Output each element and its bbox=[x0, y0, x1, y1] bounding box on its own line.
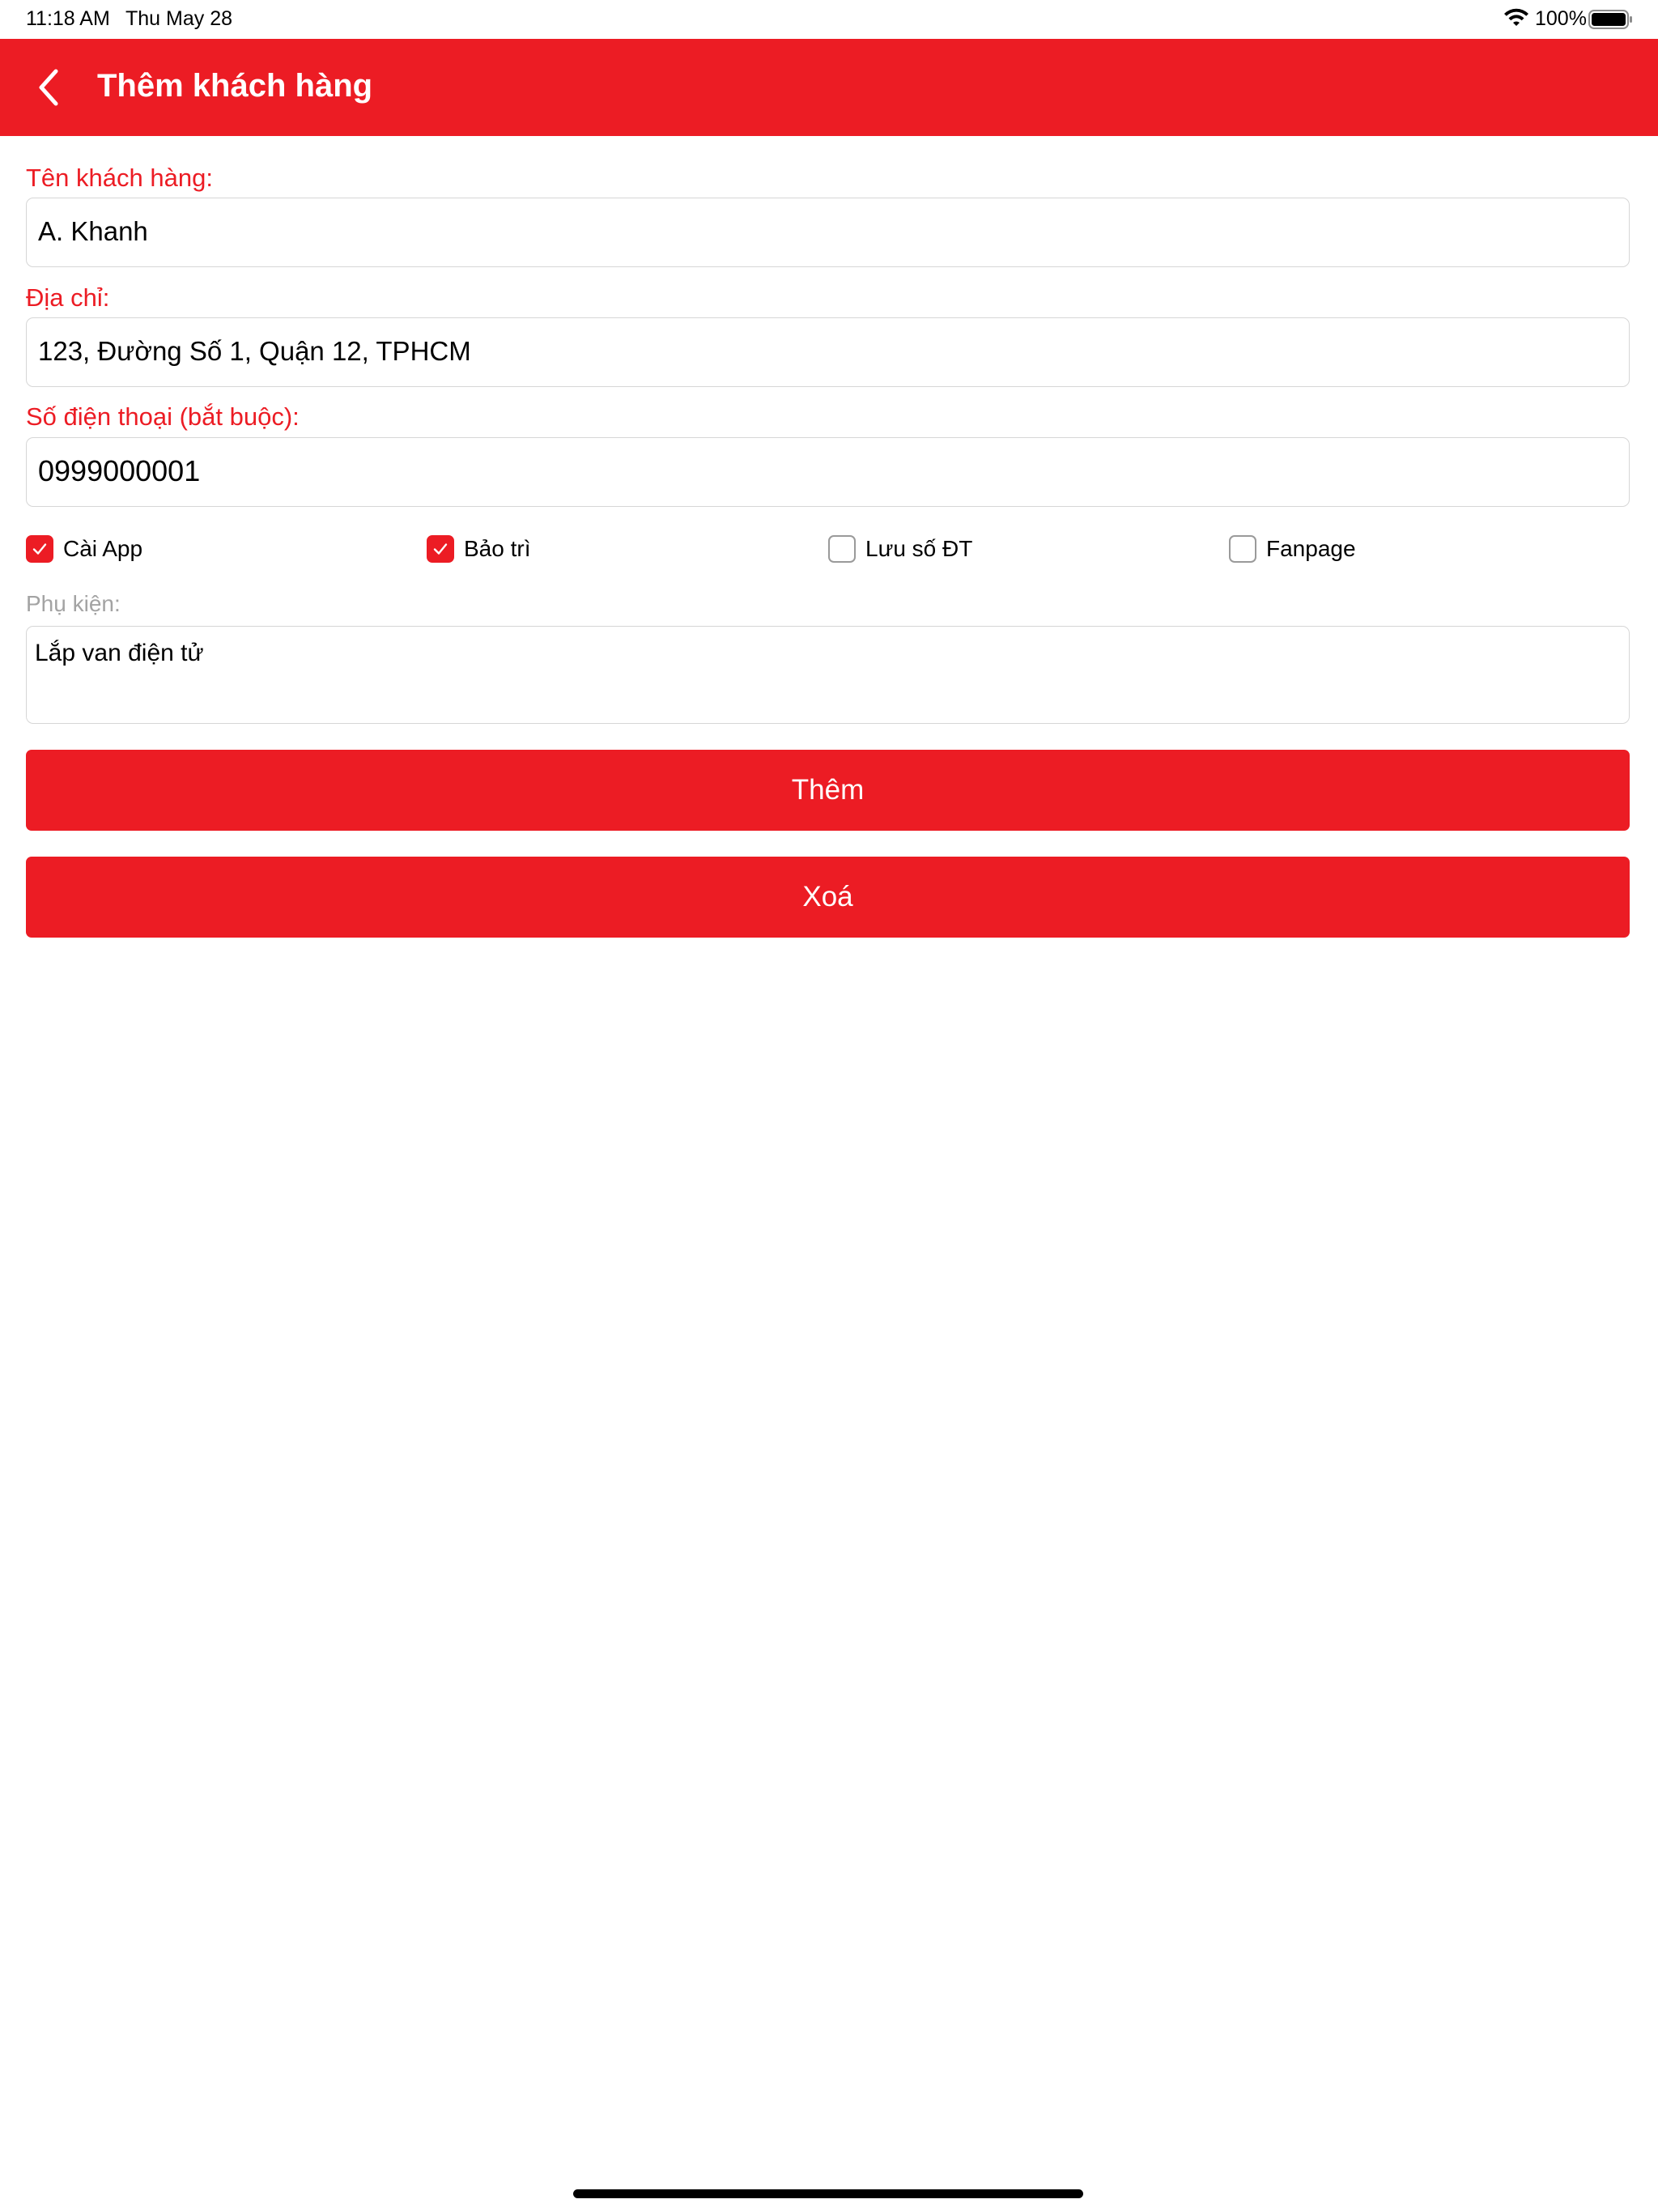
status-time: 11:18 AM bbox=[26, 7, 110, 30]
checkmark-icon bbox=[32, 543, 47, 555]
checkbox-indicator bbox=[427, 535, 454, 563]
accessories-label: Phụ kiện: bbox=[26, 591, 121, 616]
checkbox-label: Cài App bbox=[63, 536, 143, 561]
wifi-icon bbox=[1504, 8, 1528, 26]
customer-name-value: A. Khanh bbox=[38, 216, 148, 246]
address-value: 123, Đường Số 1, Quận 12, TPHCM bbox=[38, 336, 471, 366]
address-input[interactable]: 123, Đường Số 1, Quận 12, TPHCM bbox=[26, 317, 1630, 387]
phone-label: Số điện thoại (bắt buộc): bbox=[26, 402, 300, 431]
accessories-textarea[interactable]: Lắp van điện tử bbox=[26, 626, 1630, 724]
customer-name-label: Tên khách hàng: bbox=[26, 164, 213, 192]
checkbox-label: Lưu số ĐT bbox=[865, 536, 973, 561]
chevron-left-icon bbox=[39, 69, 58, 106]
address-label: Địa chỉ: bbox=[26, 283, 110, 312]
checkbox-cai-app[interactable]: Cài App bbox=[26, 533, 142, 565]
add-button[interactable]: Thêm bbox=[26, 750, 1630, 831]
battery-percentage: 100% bbox=[1535, 7, 1587, 30]
navigation-bar: Thêm khách hàng bbox=[0, 39, 1658, 136]
page-title: Thêm khách hàng bbox=[97, 68, 373, 104]
phone-input[interactable]: 0999000001 bbox=[26, 437, 1630, 507]
accessories-value: Lắp van điện tử bbox=[35, 640, 204, 666]
checkbox-bao-tri[interactable]: Bảo trì bbox=[427, 533, 530, 565]
delete-button[interactable]: Xoá bbox=[26, 857, 1630, 938]
battery-icon bbox=[1588, 10, 1632, 29]
status-bar: 11:18 AM Thu May 28 100% bbox=[0, 0, 1658, 39]
checkbox-indicator bbox=[828, 535, 856, 563]
home-indicator bbox=[573, 2189, 1083, 2198]
phone-value: 0999000001 bbox=[38, 454, 201, 487]
checkbox-label: Bảo trì bbox=[464, 536, 531, 561]
checkbox-label: Fanpage bbox=[1266, 536, 1356, 561]
add-customer-screen: 11:18 AM Thu May 28 100% Thêm khách hàng… bbox=[0, 0, 1658, 2212]
status-date: Thu May 28 bbox=[125, 7, 233, 30]
customer-name-input[interactable]: A. Khanh bbox=[26, 198, 1630, 267]
checkmark-icon bbox=[433, 543, 448, 555]
checkbox-indicator bbox=[1229, 535, 1256, 563]
back-button[interactable] bbox=[16, 57, 81, 118]
checkbox-indicator bbox=[26, 535, 53, 563]
checkbox-fanpage[interactable]: Fanpage bbox=[1229, 533, 1356, 565]
checkbox-luu-so-dt[interactable]: Lưu số ĐT bbox=[828, 533, 972, 565]
